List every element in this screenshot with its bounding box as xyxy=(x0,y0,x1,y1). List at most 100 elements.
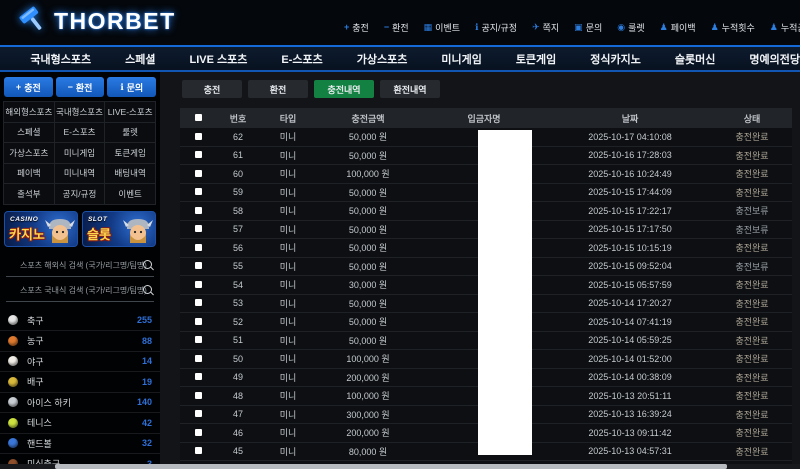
search-input-domestic[interactable]: 스포츠 국내식 검색 (국가/리그명/팀명) xyxy=(6,280,154,302)
sidebar-menu-roulette[interactable]: 룰렛 xyxy=(104,122,156,144)
nav-item-special[interactable]: 스페셜 xyxy=(125,51,155,67)
cell-date: 2025-10-14 01:52:00 xyxy=(548,354,712,364)
row-checkbox[interactable] xyxy=(195,373,202,380)
tab-deposit-history[interactable]: 충전내역 xyxy=(314,80,374,98)
sidebar-menu-notice-rules[interactable]: 공지/규정 xyxy=(54,183,106,205)
nav-item-hall-of-fame[interactable]: 명예의전당 xyxy=(749,51,800,67)
tab-deposit[interactable]: 충전 xyxy=(182,80,242,98)
search-icon[interactable] xyxy=(143,285,152,294)
row-checkbox[interactable] xyxy=(195,355,202,362)
top-menu-withdraw[interactable]: −환전 xyxy=(384,21,409,34)
row-checkbox[interactable] xyxy=(195,318,202,325)
sidebar-menu-virtual-sports[interactable]: 가상스포츠 xyxy=(3,142,55,164)
sport-row-soccer[interactable]: 축구255 xyxy=(0,311,160,332)
top-menu-inquiry[interactable]: ▣문의 xyxy=(574,21,602,34)
tab-withdraw[interactable]: 환전 xyxy=(248,80,308,98)
horizontal-scrollbar[interactable] xyxy=(0,464,800,469)
nav-item-live-casino[interactable]: 정식카지노 xyxy=(590,51,641,67)
cell-status: 충전완료 xyxy=(712,278,792,291)
sport-row-basketball[interactable]: 농구88 xyxy=(0,331,160,352)
quick-button-inquiry[interactable]: ℹ문의 xyxy=(107,77,156,97)
sidebar-menu-overseas-sports[interactable]: 해외형스포츠 xyxy=(3,101,55,123)
sidebar-menu-mini-game[interactable]: 미니게임 xyxy=(54,142,106,164)
row-checkbox[interactable] xyxy=(195,410,202,417)
search-input-overseas[interactable]: 스포츠 해외식 검색 (국가/리그명/팀명) xyxy=(6,255,154,277)
cell-date: 2025-10-15 17:44:09 xyxy=(548,187,712,197)
person-icon: ♟ xyxy=(660,23,668,32)
nav-item-slot-machine[interactable]: 슬롯머신 xyxy=(675,51,715,67)
sport-count-baseball: 14 xyxy=(142,356,152,366)
top-menu-cumulative-count[interactable]: ♟누적횟수 xyxy=(711,21,755,34)
select-all-checkbox[interactable] xyxy=(195,114,202,121)
row-checkbox[interactable] xyxy=(195,133,202,140)
quick-button-deposit[interactable]: +충전 xyxy=(4,77,53,97)
horizontal-scrollbar-thumb[interactable] xyxy=(55,464,727,469)
row-checkbox[interactable] xyxy=(195,151,202,158)
cell-number: 46 xyxy=(216,428,260,438)
sidebar-menu-event[interactable]: 이벤트 xyxy=(104,183,156,205)
row-checkbox[interactable] xyxy=(195,170,202,177)
top-menu-deposit[interactable]: +충전 xyxy=(344,21,369,34)
sidebar-quick-buttons: +충전−환전ℹ문의 xyxy=(0,72,160,100)
brand-logo[interactable]: THORBET xyxy=(16,6,176,36)
cell-amount: 80,000 원 xyxy=(316,445,420,458)
sidebar-menu-live-sports[interactable]: LIVE-스포츠 xyxy=(104,101,156,123)
row-checkbox[interactable] xyxy=(195,188,202,195)
top-menu-event[interactable]: ▦이벤트 xyxy=(424,21,460,34)
sport-row-ice-hockey[interactable]: 아이스 하키140 xyxy=(0,393,160,414)
sport-count-volleyball: 19 xyxy=(142,377,152,387)
sidebar-menu-payback[interactable]: 페이백 xyxy=(3,163,55,185)
banner-slot[interactable]: SLOT슬롯 xyxy=(82,211,156,247)
cell-number: 62 xyxy=(216,132,260,142)
sport-row-baseball[interactable]: 야구14 xyxy=(0,352,160,373)
nav-item-token-game[interactable]: 토큰게임 xyxy=(516,51,556,67)
tennis-icon xyxy=(8,418,18,428)
row-checkbox[interactable] xyxy=(195,225,202,232)
cell-amount: 200,000 원 xyxy=(316,426,420,439)
sidebar-menu-special[interactable]: 스페셜 xyxy=(3,122,55,144)
top-menu-roulette[interactable]: ◉룰렛 xyxy=(617,21,644,34)
banner-casino[interactable]: CASINO카지노 xyxy=(4,211,78,247)
sidebar-menu-attendance[interactable]: 출석부 xyxy=(3,183,55,205)
main-content: 충전환전충전내역환전내역 번호타입충전금액입금자명날짜상태 62미니50,000… xyxy=(160,72,800,469)
page: THORBET +충전−환전▦이벤트ℹ공지/규정✈쪽지▣문의◉룰렛♟페이백♟누적… xyxy=(0,0,800,469)
sport-row-handball[interactable]: 핸드볼32 xyxy=(0,434,160,455)
row-checkbox[interactable] xyxy=(195,262,202,269)
nav-item-e-sports[interactable]: E-스포츠 xyxy=(281,51,322,67)
row-checkbox[interactable] xyxy=(195,336,202,343)
sidebar-menu-token-game[interactable]: 토큰게임 xyxy=(104,142,156,164)
top-menu-notice-rules[interactable]: ℹ공지/규정 xyxy=(475,21,517,34)
row-checkbox[interactable] xyxy=(195,281,202,288)
sport-row-volleyball[interactable]: 배구19 xyxy=(0,372,160,393)
row-checkbox[interactable] xyxy=(195,299,202,306)
sport-count-handball: 32 xyxy=(142,438,152,448)
sidebar-menu-e-sports[interactable]: E-스포츠 xyxy=(54,122,106,144)
sidebar-menu-mini-history[interactable]: 미니내역 xyxy=(54,163,106,185)
banner-casino-title: 카지노 xyxy=(9,224,45,243)
quick-button-deposit-label: 충전 xyxy=(24,81,41,94)
tab-withdraw-history[interactable]: 환전내역 xyxy=(380,80,440,98)
sport-row-tennis[interactable]: 테니스42 xyxy=(0,413,160,434)
top-menu-cumulative-amount[interactable]: ♟누적금액 xyxy=(770,21,800,34)
row-checkbox[interactable] xyxy=(195,207,202,214)
row-checkbox[interactable] xyxy=(195,447,202,454)
row-checkbox-cell xyxy=(180,372,216,382)
row-checkbox[interactable] xyxy=(195,244,202,251)
top-menu-payback[interactable]: ♟페이백 xyxy=(660,21,696,34)
nav-item-domestic-sports[interactable]: 국내형스포츠 xyxy=(30,51,91,67)
sport-label-baseball: 야구 xyxy=(27,355,142,368)
sidebar-menu-betting-history[interactable]: 배팅내역 xyxy=(104,163,156,185)
quick-button-withdraw[interactable]: −환전 xyxy=(56,77,105,97)
cell-status: 충전보류 xyxy=(712,204,792,217)
row-checkbox[interactable] xyxy=(195,429,202,436)
nav-item-live-sports[interactable]: LIVE 스포츠 xyxy=(189,51,247,67)
sidebar-menu-domestic-sports[interactable]: 국내형스포츠 xyxy=(54,101,106,123)
top-menu-event-label: 이벤트 xyxy=(435,21,460,34)
row-checkbox[interactable] xyxy=(195,392,202,399)
top-menu-message[interactable]: ✈쪽지 xyxy=(532,21,559,34)
nav-item-virtual-sports[interactable]: 가상스포츠 xyxy=(357,51,408,67)
search-icon[interactable] xyxy=(143,260,152,269)
nav-item-mini-game[interactable]: 미니게임 xyxy=(441,51,481,67)
sidebar-banners: CASINO카지노SLOT슬롯 xyxy=(0,205,160,251)
row-checkbox-cell xyxy=(180,187,216,197)
